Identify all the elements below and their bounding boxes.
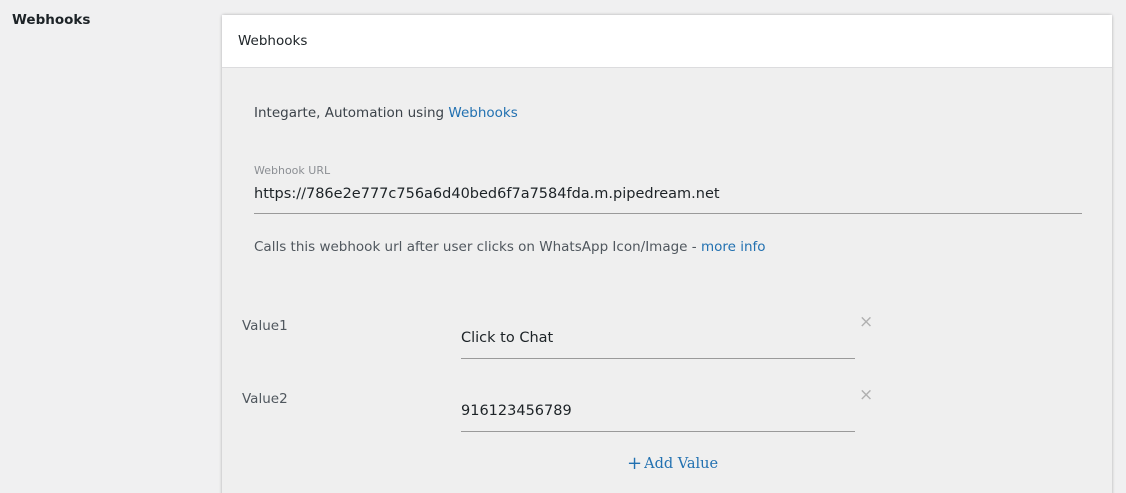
value2-label: Value2: [242, 391, 288, 407]
value2-input[interactable]: [461, 403, 855, 432]
more-info-link[interactable]: more info: [701, 239, 766, 255]
add-value-button[interactable]: + Add Value: [627, 455, 718, 473]
webhook-url-input[interactable]: [254, 186, 1082, 214]
webhooks-card: Webhooks Integarte, Automation using Web…: [222, 15, 1112, 493]
close-icon[interactable]: ×: [859, 314, 873, 331]
plus-icon: +: [627, 453, 643, 474]
intro-label: Integarte, Automation using: [254, 105, 449, 121]
webhook-url-label: Webhook URL: [254, 164, 331, 177]
card-header: Webhooks: [222, 15, 1112, 68]
section-heading: Webhooks: [12, 12, 91, 28]
settings-page: Webhooks Webhooks Integarte, Automation …: [0, 0, 1126, 493]
close-icon[interactable]: ×: [859, 387, 873, 404]
helper-label: Calls this webhook url after user clicks…: [254, 239, 701, 255]
value-row-2: Value2 ×: [242, 387, 882, 441]
card-title: Webhooks: [238, 33, 308, 49]
value-row-1: Value1 ×: [242, 314, 882, 368]
webhooks-link[interactable]: Webhooks: [448, 105, 517, 121]
value1-label: Value1: [242, 318, 288, 334]
add-value-label: Add Value: [644, 456, 719, 472]
helper-text: Calls this webhook url after user clicks…: [254, 239, 766, 255]
intro-text: Integarte, Automation using Webhooks: [254, 105, 518, 121]
webhook-url-field: Webhook URL: [254, 164, 1082, 214]
value1-input[interactable]: [461, 330, 855, 359]
